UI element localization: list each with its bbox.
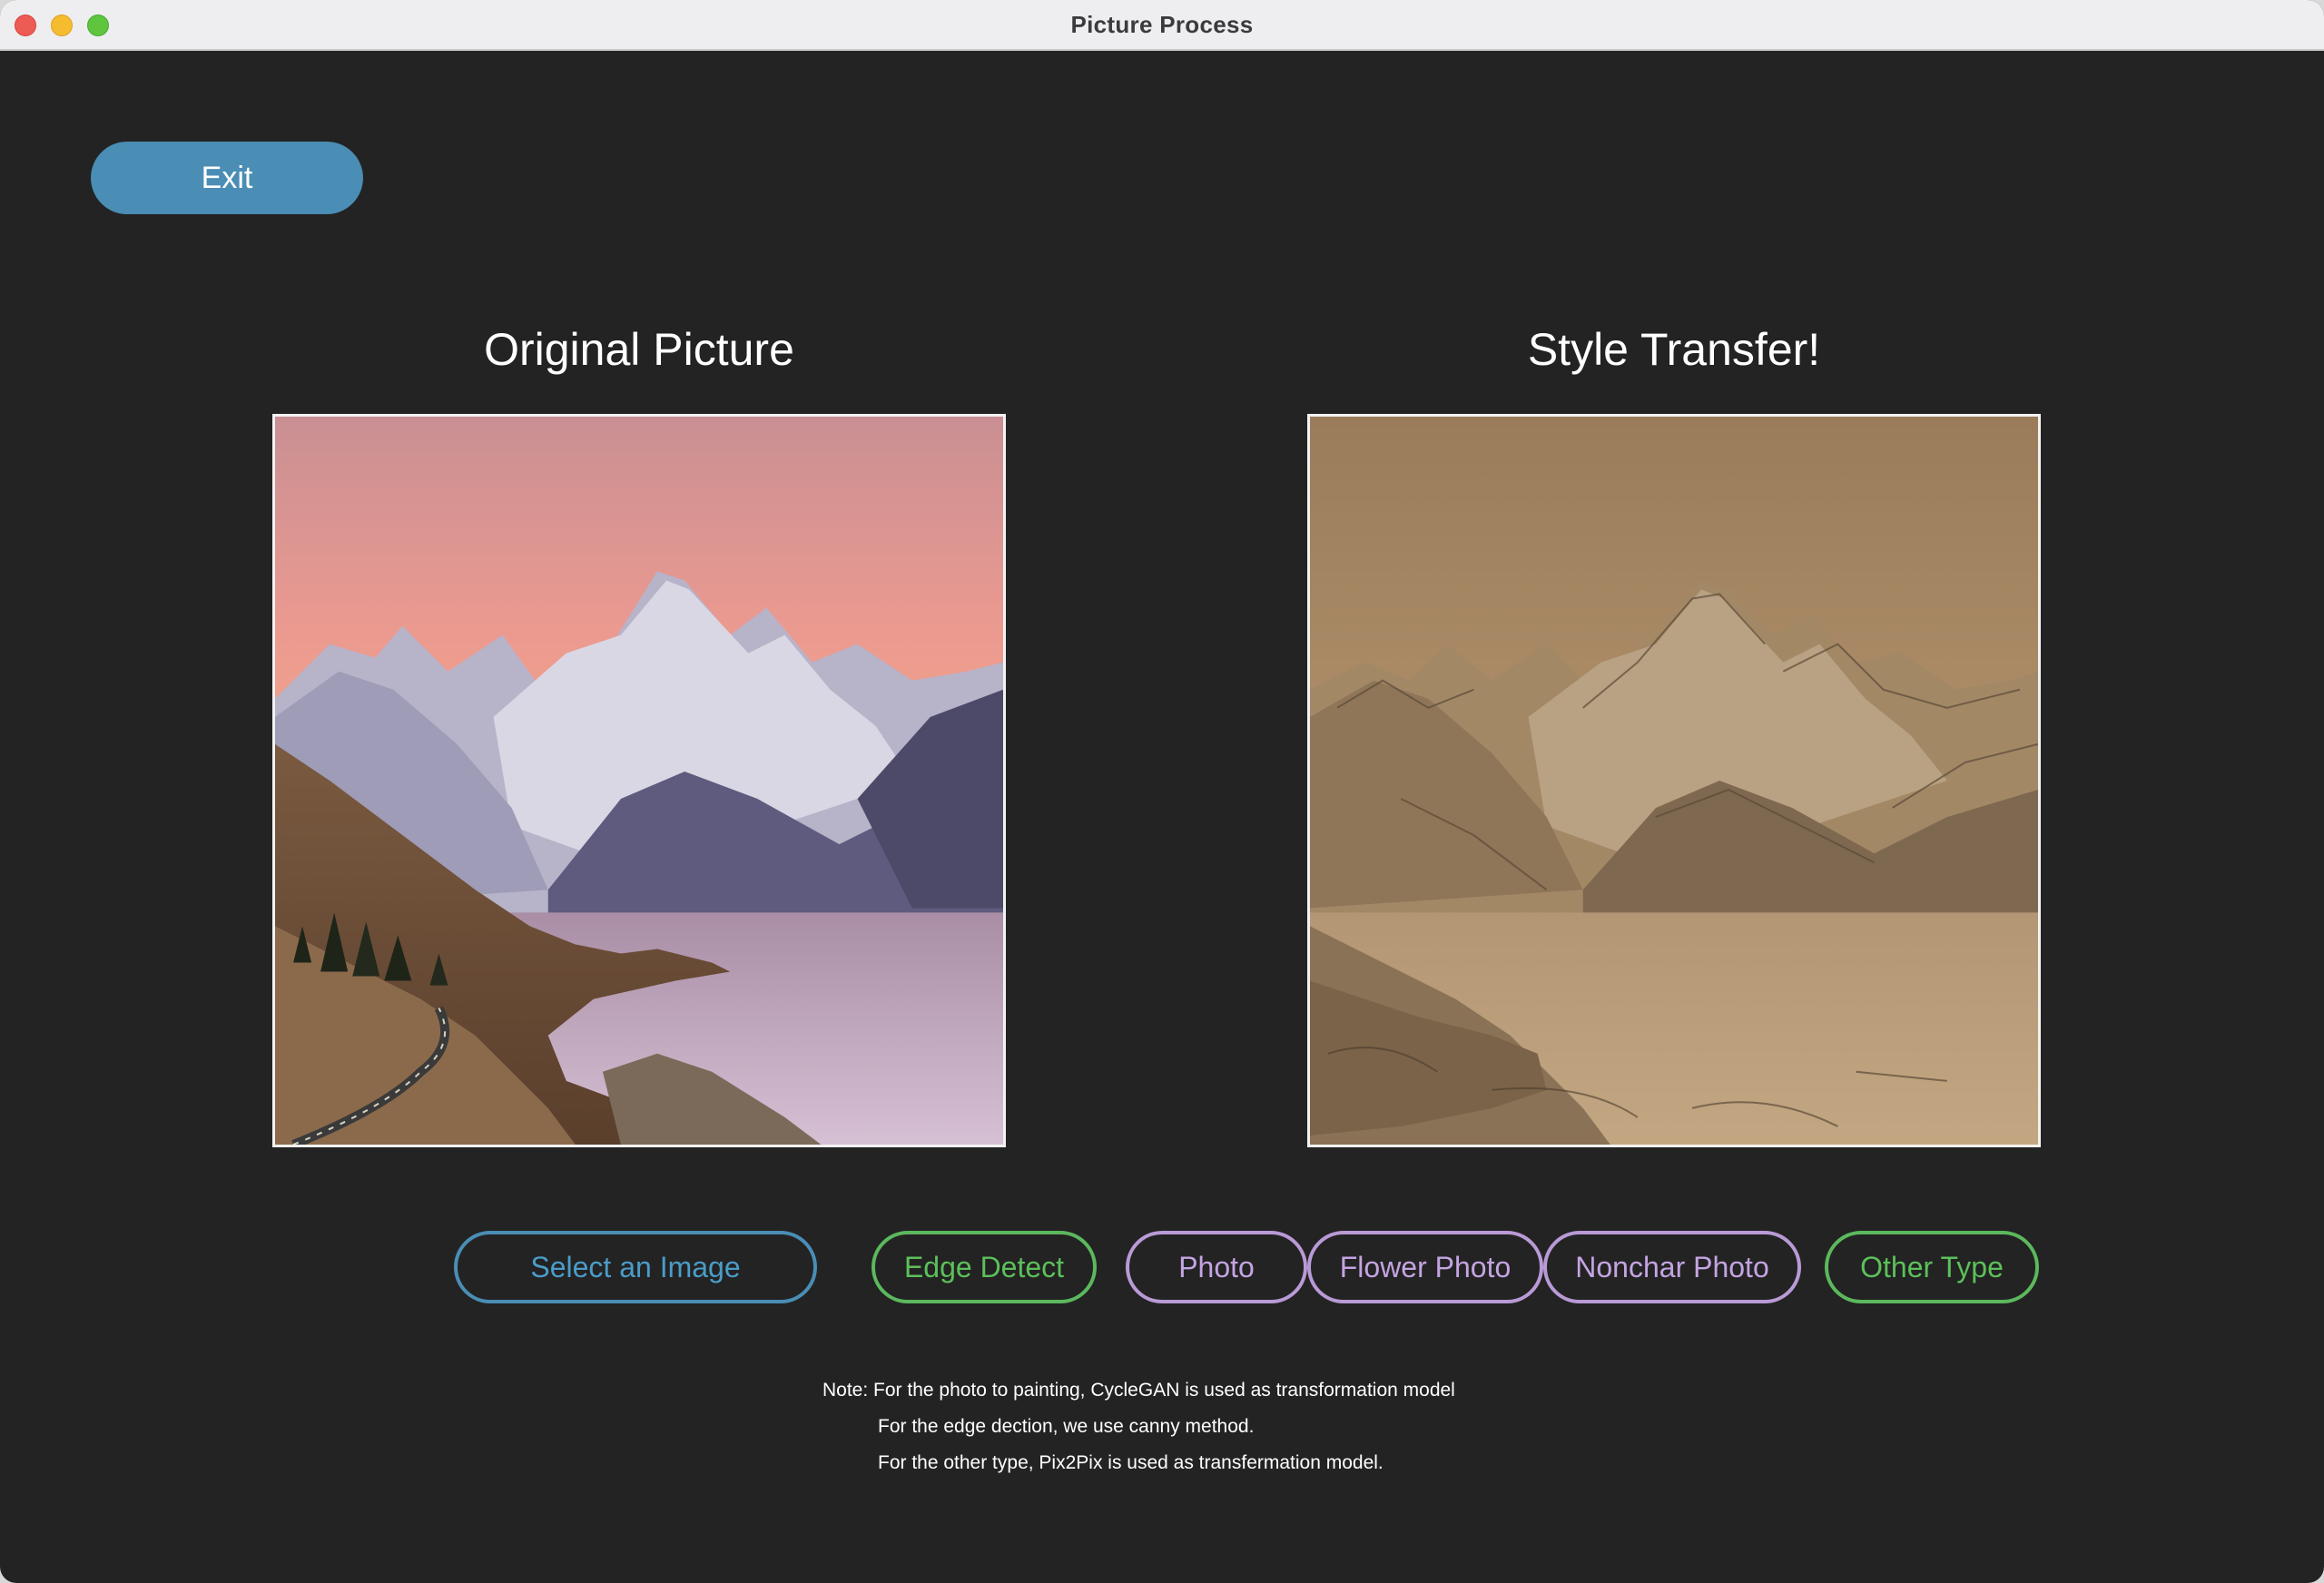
window-title: Picture Process xyxy=(1070,11,1254,38)
flower-photo-button[interactable]: Flower Photo xyxy=(1307,1231,1543,1303)
nonchar-photo-button[interactable]: Nonchar Photo xyxy=(1543,1231,1801,1303)
style-transfer-image xyxy=(1307,414,2041,1147)
app-window: Picture Process Exit Original Picture St… xyxy=(0,0,2324,1583)
main-content: Exit Original Picture Style Transfer! Se… xyxy=(0,51,2324,1583)
title-bar: Picture Process xyxy=(0,0,2324,51)
select-image-button[interactable]: Select an Image xyxy=(454,1231,817,1303)
note-line-pix2pix: For the other type, Pix2Pix is used as t… xyxy=(878,1452,1384,1473)
photo-button[interactable]: Photo xyxy=(1126,1231,1307,1303)
edge-detect-button[interactable]: Edge Detect xyxy=(872,1231,1097,1303)
original-picture-title: Original Picture xyxy=(484,324,794,375)
other-type-button[interactable]: Other Type xyxy=(1825,1231,2039,1303)
note-line-cyclegan: Note: For the photo to painting, CycleGA… xyxy=(822,1380,1455,1401)
note-line-canny: For the edge dection, we use canny metho… xyxy=(878,1416,1255,1437)
original-image xyxy=(272,414,1006,1147)
notes-block: Note: For the photo to painting, CycleGA… xyxy=(822,1372,1455,1481)
style-transfer-title: Style Transfer! xyxy=(1527,324,1821,375)
exit-button[interactable]: Exit xyxy=(91,142,363,214)
